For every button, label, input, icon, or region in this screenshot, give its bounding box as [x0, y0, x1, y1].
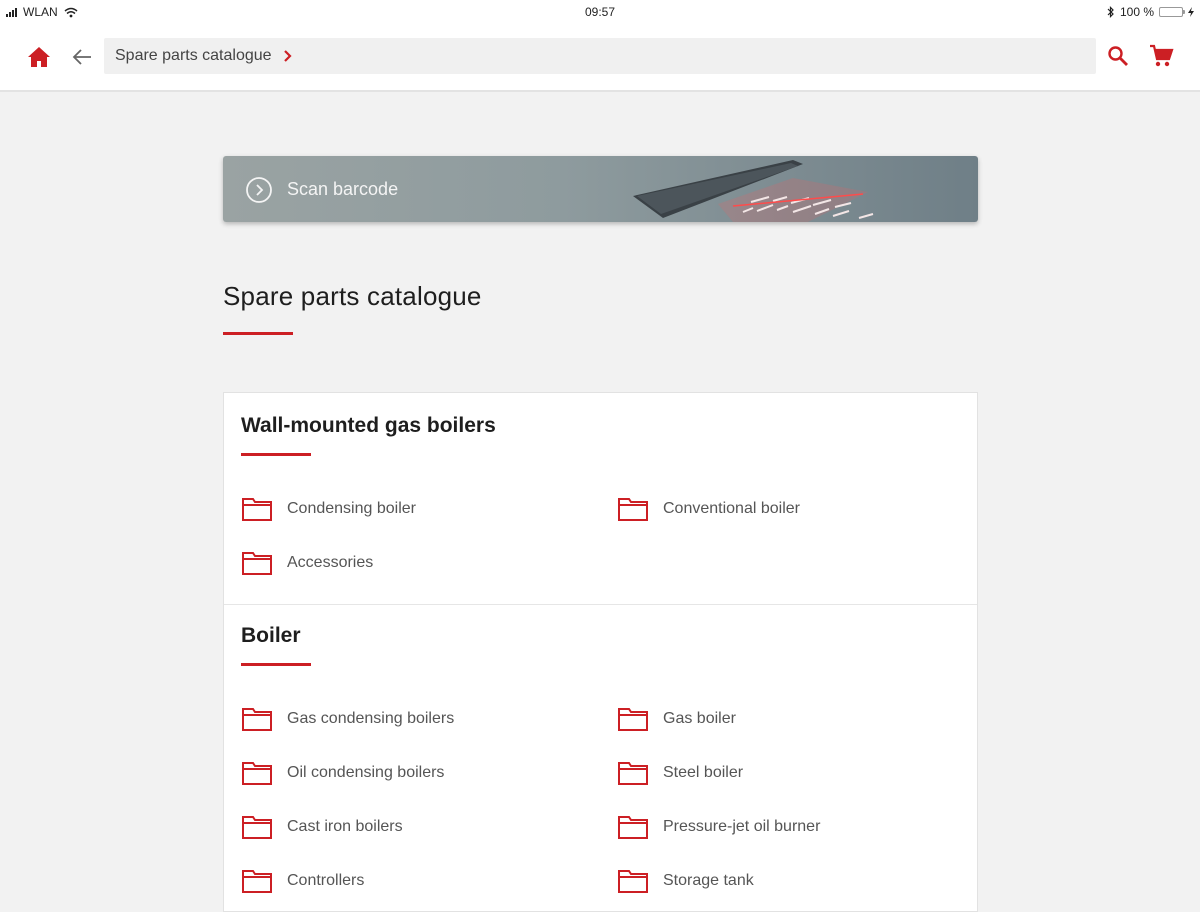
- section-title-boiler: Boiler: [241, 624, 301, 647]
- battery-label: 100 %: [1119, 5, 1154, 19]
- list-item-oil-condensing-boilers[interactable]: Oil condensing boilers: [241, 760, 444, 786]
- status-right: 100 %: [1107, 5, 1194, 19]
- list-item-label: Gas boiler: [663, 710, 736, 727]
- cart-icon[interactable]: [1148, 43, 1174, 69]
- page-title: Spare parts catalogue: [223, 281, 482, 311]
- chevron-right-icon[interactable]: [282, 49, 294, 63]
- section-divider: [224, 604, 977, 605]
- phone-barcode-illustration: [633, 160, 874, 222]
- list-item-accessories[interactable]: Accessories: [241, 550, 373, 576]
- list-item-label: Controllers: [287, 872, 365, 889]
- list-item-label: Steel boiler: [663, 764, 744, 781]
- section-underline: [241, 663, 311, 666]
- folder-icon: [618, 870, 648, 893]
- folder-icon: [618, 816, 648, 839]
- back-arrow-icon[interactable]: [70, 44, 96, 70]
- list-item-label: Condensing boiler: [287, 500, 416, 517]
- folder-icon: [618, 498, 648, 521]
- list-item-cast-iron-boilers[interactable]: Cast iron boilers: [241, 814, 403, 840]
- folder-icon: [242, 816, 272, 839]
- charging-icon: [1188, 7, 1194, 17]
- status-bar: WLAN 09:57 100 %: [0, 0, 1200, 24]
- list-item-pressure-jet-oil-burner[interactable]: Pressure-jet oil burner: [617, 814, 820, 840]
- battery-icon: [1159, 7, 1185, 17]
- list-item-label: Storage tank: [663, 872, 754, 889]
- list-item-label: Conventional boiler: [663, 500, 800, 517]
- search-icon[interactable]: [1106, 44, 1130, 68]
- breadcrumb-label[interactable]: Spare parts catalogue: [115, 47, 272, 65]
- bluetooth-icon: [1107, 6, 1114, 18]
- list-item-label: Gas condensing boilers: [287, 710, 455, 727]
- list-item-conventional-boiler[interactable]: Conventional boiler: [617, 496, 800, 522]
- folder-icon: [242, 552, 272, 575]
- app-header: Spare parts catalogue: [0, 24, 1200, 92]
- list-item-storage-tank[interactable]: Storage tank: [617, 868, 754, 894]
- list-item-label: Oil condensing boilers: [287, 764, 445, 781]
- chevron-circle-icon: [246, 177, 272, 203]
- folder-icon: [242, 708, 272, 731]
- section-title-wall-mounted: Wall-mounted gas boilers: [241, 414, 496, 437]
- list-item-label: Accessories: [287, 554, 374, 571]
- list-item-label: Pressure-jet oil burner: [663, 818, 821, 835]
- folder-icon: [242, 870, 272, 893]
- breadcrumb[interactable]: Spare parts catalogue: [104, 38, 1096, 74]
- list-item-steel-boiler[interactable]: Steel boiler: [617, 760, 743, 786]
- list-item-controllers[interactable]: Controllers: [241, 868, 364, 894]
- list-item-gas-boiler[interactable]: Gas boiler: [617, 706, 736, 732]
- list-item-gas-condensing-boilers[interactable]: Gas condensing boilers: [241, 706, 454, 732]
- folder-icon: [242, 762, 272, 785]
- scan-barcode-label: Scan barcode: [287, 179, 399, 199]
- list-item-condensing-boiler[interactable]: Condensing boiler: [241, 496, 416, 522]
- scan-barcode-button[interactable]: Scan barcode: [223, 156, 978, 222]
- title-underline: [223, 332, 293, 335]
- home-icon[interactable]: [26, 44, 52, 70]
- folder-icon: [618, 708, 648, 731]
- list-item-label: Cast iron boilers: [287, 818, 403, 835]
- status-time: 09:57: [584, 5, 616, 19]
- catalogue-card: Wall-mounted gas boilers Condensing boil…: [223, 392, 978, 912]
- section-underline: [241, 453, 311, 456]
- folder-icon: [242, 498, 272, 521]
- folder-icon: [618, 762, 648, 785]
